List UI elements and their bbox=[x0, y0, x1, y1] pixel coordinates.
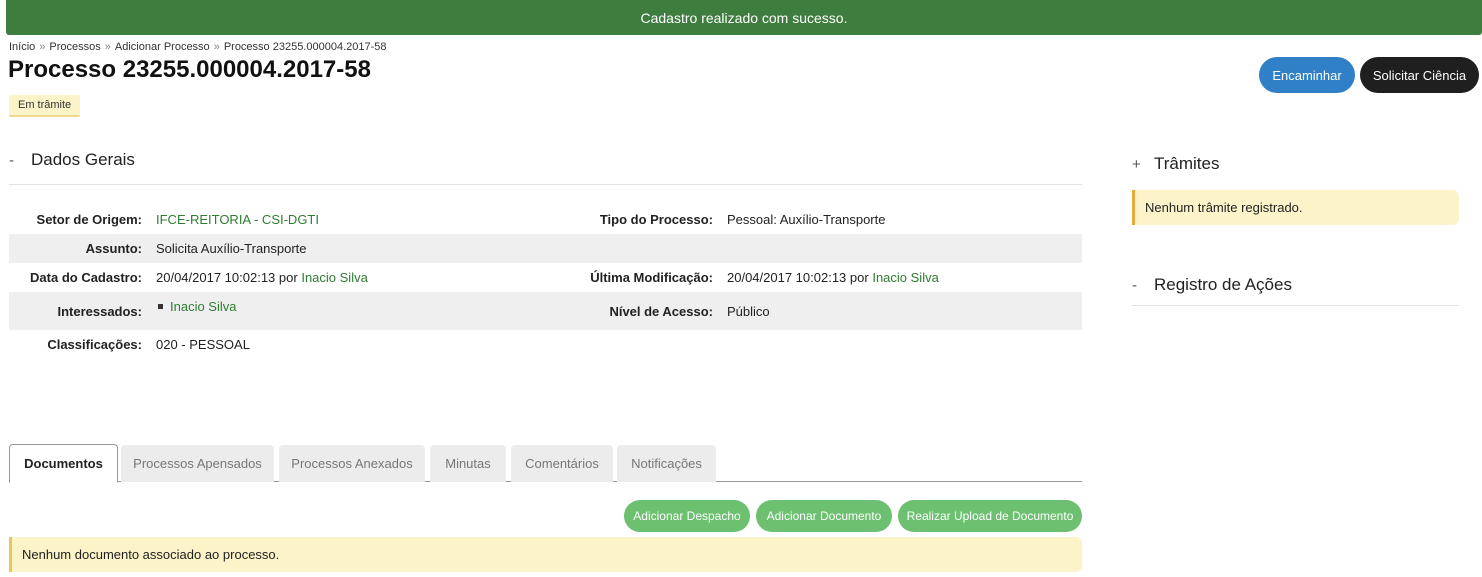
assunto-label: Assunto: bbox=[85, 241, 142, 256]
tab-minutas[interactable]: Minutas bbox=[430, 445, 506, 482]
ultima-modificacao-por: por bbox=[849, 270, 869, 285]
adicionar-despacho-button[interactable]: Adicionar Despacho bbox=[624, 500, 750, 532]
breadcrumb-separator: » bbox=[104, 41, 111, 53]
classificacoes-value: 020 - PESSOAL bbox=[156, 337, 250, 352]
dados-gerais-header[interactable]: - Dados Gerais bbox=[9, 150, 135, 170]
registro-acoes-title: Registro de Ações bbox=[1154, 275, 1292, 294]
ultima-modificacao-label: Última Modificação: bbox=[590, 270, 713, 285]
tramites-title: Trâmites bbox=[1154, 154, 1220, 173]
tab-bar: Documentos Processos Apensados Processos… bbox=[9, 444, 1082, 483]
page-title: Processo 23255.000004.2017-58 bbox=[8, 56, 371, 83]
documentos-empty-alert: Nenhum documento associado ao processo. bbox=[9, 537, 1082, 572]
assunto-value: Solicita Auxílio-Transporte bbox=[156, 241, 307, 256]
info-row-classificacoes: Classificações: 020 - PESSOAL bbox=[9, 330, 1082, 359]
data-cadastro-label: Data do Cadastro: bbox=[30, 270, 142, 285]
data-cadastro-date: 20/04/2017 10:02:13 bbox=[156, 270, 276, 285]
tab-processos-apensados[interactable]: Processos Apensados bbox=[121, 445, 274, 482]
breadcrumb: Início» Processos» Adicionar Processo» Proc… bbox=[9, 41, 387, 53]
breadcrumb-adicionar-processo[interactable]: Adicionar Processo bbox=[115, 41, 210, 53]
info-row-interessados-nivel: Interessados: Inacio Silva Nível de Aces… bbox=[9, 292, 1082, 330]
nivel-acesso-value: Público bbox=[727, 304, 770, 319]
breadcrumb-inicio[interactable]: Início bbox=[9, 41, 35, 53]
tab-processos-anexados[interactable]: Processos Anexados bbox=[279, 445, 425, 482]
flash-success-banner: Cadastro realizado com sucesso. bbox=[6, 0, 1482, 35]
adicionar-documento-button[interactable]: Adicionar Documento bbox=[756, 500, 892, 532]
data-cadastro-user-link[interactable]: Inacio Silva bbox=[301, 270, 367, 285]
data-cadastro-por: por bbox=[278, 270, 298, 285]
solicitar-ciencia-button[interactable]: Solicitar Ciência bbox=[1360, 57, 1479, 93]
tab-notificacoes[interactable]: Notificações bbox=[617, 445, 716, 482]
nivel-acesso-label: Nível de Acesso: bbox=[609, 304, 713, 319]
setor-origem-link[interactable]: IFCE-REITORIA - CSI-DGTI bbox=[156, 212, 319, 227]
tab-documentos[interactable]: Documentos bbox=[9, 444, 118, 483]
dados-gerais-title: Dados Gerais bbox=[31, 150, 135, 169]
breadcrumb-current: Processo 23255.000004.2017-58 bbox=[223, 41, 387, 53]
breadcrumb-separator: » bbox=[39, 41, 46, 53]
encaminhar-button[interactable]: Encaminhar bbox=[1259, 57, 1355, 93]
classificacoes-label: Classificações: bbox=[47, 337, 142, 352]
collapse-toggle-icon[interactable]: - bbox=[9, 152, 31, 169]
bullet-icon bbox=[158, 304, 163, 310]
section-divider bbox=[1132, 305, 1459, 306]
breadcrumb-processos[interactable]: Processos bbox=[49, 41, 100, 53]
collapse-toggle-icon[interactable]: - bbox=[1132, 277, 1154, 294]
tipo-processo-value: Pessoal: Auxílio-Transporte bbox=[727, 212, 886, 227]
tramites-empty-alert: Nenhum trâmite registrado. bbox=[1132, 190, 1459, 225]
tab-comentarios[interactable]: Comentários bbox=[511, 445, 613, 482]
expand-toggle-icon[interactable]: + bbox=[1132, 156, 1154, 173]
ultima-modificacao-date: 20/04/2017 10:02:13 bbox=[727, 270, 847, 285]
interessado-link[interactable]: Inacio Silva bbox=[170, 299, 236, 314]
interessados-label: Interessados: bbox=[57, 304, 142, 319]
info-row-datas: Data do Cadastro: 20/04/2017 10:02:13 po… bbox=[9, 263, 1082, 292]
realizar-upload-button[interactable]: Realizar Upload de Documento bbox=[898, 500, 1082, 532]
tipo-processo-label: Tipo do Processo: bbox=[599, 212, 713, 227]
documentos-empty-message: Nenhum documento associado ao processo. bbox=[22, 547, 280, 562]
section-divider bbox=[9, 184, 1082, 185]
breadcrumb-separator: » bbox=[213, 41, 220, 53]
flash-message: Cadastro realizado com sucesso. bbox=[640, 9, 848, 26]
ultima-modificacao-user-link[interactable]: Inacio Silva bbox=[872, 270, 938, 285]
ultima-modificacao-value: 20/04/2017 10:02:13 por Inacio Silva bbox=[727, 270, 939, 285]
tramites-header[interactable]: + Trâmites bbox=[1132, 154, 1220, 174]
status-badge: Em trâmite bbox=[9, 95, 81, 117]
info-row-setor-tipo: Setor de Origem: IFCE-REITORIA - CSI-DGT… bbox=[9, 205, 1082, 234]
interessados-value: Inacio Silva bbox=[156, 299, 236, 314]
tramites-empty-message: Nenhum trâmite registrado. bbox=[1145, 200, 1303, 215]
setor-origem-label: Setor de Origem: bbox=[36, 212, 142, 227]
registro-acoes-header[interactable]: - Registro de Ações bbox=[1132, 275, 1292, 295]
info-row-assunto: Assunto: Solicita Auxílio-Transporte bbox=[9, 234, 1082, 263]
data-cadastro-value: 20/04/2017 10:02:13 por Inacio Silva bbox=[156, 270, 368, 285]
